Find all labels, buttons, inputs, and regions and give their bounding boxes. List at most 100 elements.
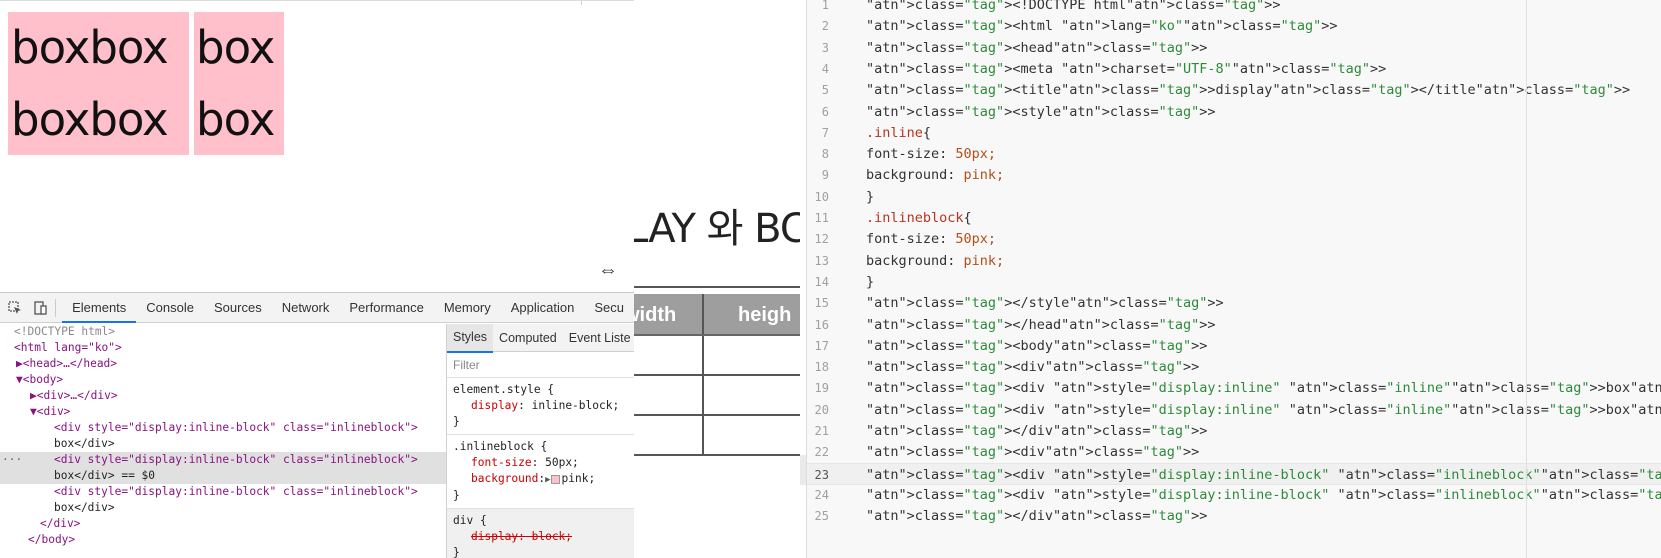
style-rule-element[interactable]: element.style { display: inline-block; } <box>447 378 634 435</box>
styles-filter-input[interactable]: Filter <box>447 352 634 378</box>
dom-node[interactable]: ▼<body> <box>0 372 446 388</box>
code-line[interactable]: 25 "atn">class="tag"></div"atn">class="t… <box>807 505 1661 528</box>
code-line[interactable]: 19 "atn">class="tag"><div "atn">style="d… <box>807 377 1661 400</box>
tab-event-listeners[interactable]: Event Liste <box>563 324 634 352</box>
code-line[interactable]: 13 background: pink; <box>807 250 1661 273</box>
code-line[interactable]: 18 "atn">class="tag"><div"atn">class="ta… <box>807 356 1661 379</box>
code-text[interactable]: } <box>866 271 874 294</box>
background-slide: LAY 와 BC width heigh <box>634 0 800 558</box>
code-text[interactable]: background: pink; <box>866 164 1004 187</box>
line-number: 16 <box>814 317 829 332</box>
code-line[interactable]: 7 .inline{ <box>807 122 1661 145</box>
tab-computed[interactable]: Computed <box>493 324 563 352</box>
code-line[interactable]: 24 "atn">class="tag"><div "atn">style="d… <box>807 484 1661 507</box>
code-line[interactable]: 1 "atn">class="tag"><!DOCTYPE html"atn">c… <box>807 0 1661 17</box>
code-text[interactable]: "atn">class="tag"><div "atn">style="disp… <box>866 377 1661 400</box>
code-text[interactable]: "atn">class="tag"><div "atn">style="disp… <box>866 464 1661 487</box>
line-number: 12 <box>814 232 829 247</box>
code-line[interactable]: 21 "atn">class="tag"></div"atn">class="t… <box>807 420 1661 443</box>
code-text[interactable]: "atn">class="tag"><style"atn">class="tag… <box>866 101 1216 124</box>
tab-performance[interactable]: Performance <box>339 293 433 323</box>
dom-node[interactable]: </div> <box>0 516 446 532</box>
dom-node[interactable]: <div style="display:inline-block" class=… <box>0 484 446 500</box>
dom-tree[interactable]: <!DOCTYPE html> <html lang="ko"> ▶<head>… <box>0 324 446 558</box>
dom-node[interactable]: ▶<head>…</head> <box>0 356 446 372</box>
device-toggle-icon[interactable] <box>31 296 50 320</box>
tab-styles[interactable]: Styles <box>447 324 494 353</box>
code-line[interactable]: 6 "atn">class="tag"><style"atn">class="ta… <box>807 101 1661 124</box>
color-swatch-icon[interactable] <box>550 474 560 484</box>
tab-memory[interactable]: Memory <box>434 293 501 323</box>
line-number: 21 <box>814 424 829 438</box>
code-text[interactable]: "atn">class="tag"></head"atn">class="tag… <box>866 314 1216 337</box>
dom-node[interactable]: </body> <box>0 532 446 548</box>
code-text[interactable]: "atn">class="tag"><html "atn">lang="ko""… <box>866 15 1337 38</box>
slide-col-height: heigh <box>738 304 792 326</box>
code-text[interactable]: "atn">class="tag"><body"atn">class="tag"… <box>866 335 1207 358</box>
devtools-toolbar: Elements Console Sources Network Perform… <box>0 293 634 323</box>
code-line[interactable]: 10 } <box>807 186 1661 209</box>
code-line[interactable]: 4 "atn">class="tag"><meta "atn">charset="… <box>807 58 1661 81</box>
code-line[interactable]: 12 font-size: 50px; <box>807 228 1661 251</box>
slide-table-row <box>634 336 800 376</box>
code-line[interactable]: 15 "atn">class="tag"></style"atn">class="… <box>807 292 1661 315</box>
code-line[interactable]: 5 "atn">class="tag"><title"atn">class="ta… <box>807 79 1661 102</box>
code-text[interactable]: "atn">class="tag"><meta "atn">charset="U… <box>866 58 1386 81</box>
inspect-element-icon[interactable] <box>6 296 25 320</box>
dom-node[interactable]: ▼<div> <box>0 404 446 420</box>
tab-elements[interactable]: Elements <box>62 293 137 323</box>
dom-node[interactable]: <!DOCTYPE html> <box>0 324 446 340</box>
code-line[interactable]: 11 .inlineblock{ <box>807 207 1661 230</box>
code-line[interactable]: 8 font-size: 50px; <box>807 143 1661 166</box>
code-text[interactable]: "atn">class="tag"></style"atn">class="ta… <box>866 292 1224 315</box>
code-text[interactable]: "atn">class="tag"><div"atn">class="tag">… <box>866 356 1199 379</box>
code-line[interactable]: 22 "atn">class="tag"><div"atn">class="ta… <box>807 441 1661 464</box>
resize-icon[interactable]: ⇔ <box>598 259 618 282</box>
tab-network[interactable]: Network <box>272 293 340 323</box>
code-text[interactable]: "atn">class="tag"><title"atn">class="tag… <box>866 79 1630 102</box>
line-number: 11 <box>814 211 829 225</box>
code-text[interactable]: .inlineblock{ <box>866 207 972 230</box>
more-dots-icon[interactable]: ··· <box>2 452 22 468</box>
line-number: 5 <box>821 83 829 98</box>
line-number: 8 <box>821 147 829 162</box>
code-editor[interactable]: 1 "atn">class="tag"><!DOCTYPE html"atn">c… <box>806 0 1661 558</box>
dom-node-selected[interactable]: ··· <div style="display:inline-block" cla… <box>0 452 446 468</box>
tab-security[interactable]: Secu <box>584 293 634 323</box>
code-text[interactable]: "atn">class="tag"><div"atn">class="tag">… <box>866 441 1199 464</box>
tab-application[interactable]: Application <box>501 293 585 323</box>
code-line[interactable]: 3 "atn">class="tag"><head"atn">class="tag… <box>807 37 1661 60</box>
styles-pane: Styles Computed Event Liste Filter eleme… <box>446 324 634 558</box>
dom-node[interactable]: <div style="display:inline-block" class=… <box>0 420 446 436</box>
code-text[interactable]: } <box>866 186 874 209</box>
code-text[interactable]: .inline{ <box>866 122 931 145</box>
dom-node[interactable]: box</div> <box>0 436 446 452</box>
code-text[interactable]: font-size: 50px; <box>866 143 996 166</box>
tab-sources[interactable]: Sources <box>204 293 272 323</box>
style-rule-user-agent: div { display: block; } <box>447 509 634 558</box>
inline-box: box <box>194 12 284 84</box>
code-line[interactable]: 2 "atn">class="tag"><html "atn">lang="ko"… <box>807 15 1661 38</box>
style-rule-inlineblock[interactable]: .inlineblock { font-size: 50px; backgrou… <box>447 435 634 509</box>
code-line-current[interactable]: 23 "atn">class="tag"><div "atn">style="d… <box>807 462 1661 487</box>
dom-node-selected[interactable]: box</div> == $0 <box>0 468 446 484</box>
dom-node[interactable]: ▶<div>…</div> <box>0 388 446 404</box>
code-text[interactable]: "atn">class="tag"><div "atn">style="disp… <box>866 399 1661 422</box>
code-text[interactable]: "atn">class="tag"></div"atn">class="tag"… <box>866 420 1207 443</box>
code-text[interactable]: "atn">class="tag"><!DOCTYPE html"atn">cl… <box>866 0 1281 17</box>
code-line[interactable]: 20 "atn">class="tag"><div "atn">style="d… <box>807 399 1661 422</box>
code-text[interactable]: "atn">class="tag"></div"atn">class="tag"… <box>866 505 1207 528</box>
code-text[interactable]: background: pink; <box>866 250 1004 273</box>
code-line[interactable]: 16 "atn">class="tag"></head"atn">class="t… <box>807 314 1661 337</box>
code-text[interactable]: font-size: 50px; <box>866 228 996 251</box>
code-line[interactable]: 9 background: pink; <box>807 164 1661 187</box>
dom-node[interactable]: box</div> <box>0 500 446 516</box>
code-text[interactable]: "atn">class="tag"><head"atn">class="tag"… <box>866 37 1207 60</box>
code-line[interactable]: 17 "atn">class="tag"><body"atn">class="ta… <box>807 335 1661 358</box>
code-line[interactable]: 14 } <box>807 271 1661 294</box>
tab-console[interactable]: Console <box>136 293 204 323</box>
line-number: 14 <box>814 274 829 289</box>
dom-node[interactable]: <html lang="ko"> <box>0 340 446 356</box>
slide-table: width heigh <box>634 294 800 456</box>
code-text[interactable]: "atn">class="tag"><div "atn">style="disp… <box>866 484 1661 507</box>
